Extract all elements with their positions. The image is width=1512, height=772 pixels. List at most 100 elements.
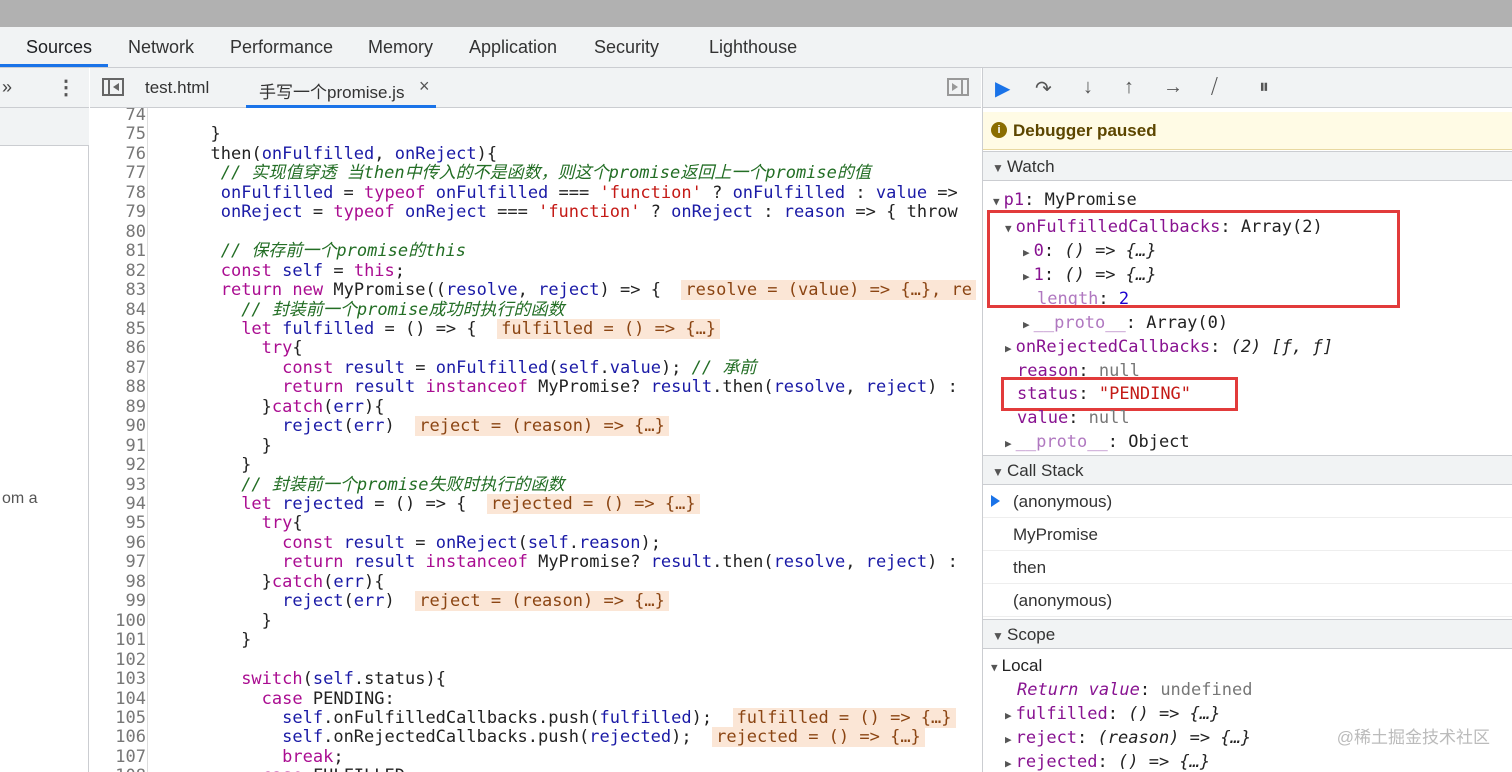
line-number[interactable]: 78 [90, 183, 146, 204]
line-number[interactable]: 103 [90, 670, 146, 690]
code-line[interactable]: 84 // 封装前一个promise成功时执行的函数 [90, 300, 981, 321]
callstack-frame[interactable]: (anonymous) [983, 486, 1512, 518]
tab-lighthouse[interactable]: Lighthouse [709, 37, 797, 58]
line-number[interactable]: 107 [90, 747, 146, 768]
line-number[interactable]: 90 [90, 417, 146, 437]
deactivate-breakpoints-icon[interactable]: ⧸ [1211, 76, 1218, 99]
line-number[interactable]: 86 [90, 339, 146, 359]
code-line[interactable]: 107 break; [90, 747, 981, 768]
callstack-frame[interactable]: (anonymous) [983, 585, 1512, 617]
watch-proto-object[interactable]: ▶ __proto__: Object [1005, 431, 1190, 455]
line-number[interactable]: 77 [90, 164, 146, 184]
line-number[interactable]: 79 [90, 203, 146, 223]
watch-section-header[interactable]: ▼ Watch [983, 151, 1512, 181]
line-number[interactable]: 87 [90, 358, 146, 379]
code-line[interactable]: 82 const self = this; [90, 261, 981, 282]
line-number[interactable]: 94 [90, 494, 146, 515]
tab-performance[interactable]: Performance [230, 37, 333, 58]
line-number[interactable]: 89 [90, 397, 146, 418]
code-line[interactable]: 75 } [90, 125, 981, 145]
line-number[interactable]: 101 [90, 631, 146, 651]
line-number[interactable]: 98 [90, 572, 146, 593]
step-out-icon[interactable]: ↑ [1124, 76, 1134, 99]
code-line[interactable]: 101 } [90, 630, 981, 651]
line-number[interactable]: 74 [90, 108, 146, 126]
code-line[interactable]: 90 reject(err) reject = (reason) => {…} [90, 416, 981, 437]
line-number[interactable]: 88 [90, 378, 146, 398]
code-line[interactable]: 91 } [90, 436, 981, 457]
code-line[interactable]: 79 onReject = typeof onReject === 'funct… [90, 203, 981, 223]
code-line[interactable]: 108 case FULFILLED: [90, 767, 981, 772]
line-number[interactable]: 75 [90, 125, 146, 145]
scope-local[interactable]: ▼ Local [991, 655, 1042, 679]
editor-tab-promise-js[interactable]: 手写一个promise.js [259, 78, 404, 103]
kebab-menu-icon[interactable]: ⋮ [56, 75, 76, 100]
watch-onrejectedcallbacks[interactable]: ▶ onRejectedCallbacks: (2) [ƒ, ƒ] [1005, 336, 1333, 360]
line-number[interactable]: 105 [90, 708, 146, 729]
code-editor[interactable]: 74 75 } 76 then(onFulfilled, onReject){77 … [90, 108, 981, 772]
watch-proto-array[interactable]: ▶ __proto__: Array(0) [1023, 312, 1228, 336]
line-number[interactable]: 81 [90, 242, 146, 262]
code-line[interactable]: 103 switch(self.status){ [90, 669, 981, 690]
line-number[interactable]: 92 [90, 456, 146, 476]
code-line[interactable]: 102 [90, 650, 981, 671]
step-into-icon[interactable]: ↓ [1083, 76, 1093, 99]
scope-reject[interactable]: ▶ reject: (reason) => {…} [1005, 727, 1251, 751]
tab-security[interactable]: Security [594, 37, 659, 58]
code-line[interactable]: 74 [90, 108, 981, 126]
tab-sources[interactable]: Sources [26, 37, 92, 58]
line-number[interactable]: 104 [90, 689, 146, 710]
line-number[interactable]: 99 [90, 592, 146, 612]
code-line[interactable]: 80 [90, 222, 981, 243]
tab-network[interactable]: Network [128, 37, 194, 58]
tab-application[interactable]: Application [469, 37, 557, 58]
line-number[interactable]: 96 [90, 533, 146, 554]
code-line[interactable]: 95 try{ [90, 514, 981, 534]
code-line[interactable]: 85 let fulfilled = () => { fulfilled = (… [90, 318, 981, 340]
more-tabs-icon[interactable]: » [2, 77, 12, 98]
code-line[interactable]: 86 try{ [90, 339, 981, 359]
close-tab-icon[interactable]: × [419, 76, 430, 97]
line-number[interactable]: 85 [90, 319, 146, 340]
line-number[interactable]: 83 [90, 281, 146, 301]
code-line[interactable]: 78 onFulfilled = typeof onFulfilled === … [90, 183, 981, 204]
code-line[interactable]: 104 case PENDING: [90, 689, 981, 710]
scope-section-header[interactable]: ▼ Scope [983, 619, 1512, 649]
code-line[interactable]: 88 return result instanceof MyPromise? r… [90, 378, 981, 398]
callstack-section-header[interactable]: ▼ Call Stack [983, 455, 1512, 485]
line-number[interactable]: 102 [90, 650, 146, 671]
code-line[interactable]: 94 let rejected = () => { rejected = () … [90, 494, 981, 515]
line-number[interactable]: 84 [90, 300, 146, 321]
code-line[interactable]: 87 const result = onFulfilled(self.value… [90, 358, 981, 379]
code-line[interactable]: 99 reject(err) reject = (reason) => {…} [90, 591, 981, 612]
callstack-frame[interactable]: MyPromise [983, 519, 1512, 551]
line-number[interactable]: 97 [90, 553, 146, 573]
toggle-navigator-icon[interactable] [102, 78, 124, 96]
code-line[interactable]: 89 }catch(err){ [90, 397, 981, 418]
line-number[interactable]: 76 [90, 144, 146, 165]
code-line[interactable]: 93 // 封装前一个promise失败时执行的函数 [90, 475, 981, 496]
code-line[interactable]: 76 then(onFulfilled, onReject){ [90, 144, 981, 165]
line-number[interactable]: 93 [90, 475, 146, 496]
line-number[interactable]: 82 [90, 261, 146, 282]
pause-on-exceptions-icon[interactable]: ⏸ [1259, 76, 1269, 99]
resume-icon[interactable]: ▶︎ [995, 76, 1010, 101]
editor-tab-test-html[interactable]: test.html [145, 78, 209, 98]
code-line[interactable]: 100 } [90, 611, 981, 632]
line-number[interactable]: 95 [90, 514, 146, 534]
code-line[interactable]: 77 // 实现值穿透 当then中传入的不是函数，则这个promise返回上一… [90, 164, 981, 184]
tab-memory[interactable]: Memory [368, 37, 433, 58]
callstack-frame[interactable]: then [983, 552, 1512, 584]
code-line[interactable]: 92 } [90, 455, 981, 476]
code-line[interactable]: 97 return result instanceof MyPromise? r… [90, 553, 981, 573]
step-icon[interactable]: → [1163, 76, 1183, 99]
line-number[interactable]: 108 [90, 767, 146, 772]
code-line[interactable]: 105 self.onFulfilledCallbacks.push(fulfi… [90, 707, 981, 729]
line-number[interactable]: 91 [90, 436, 146, 457]
code-line[interactable]: 98 }catch(err){ [90, 572, 981, 593]
code-line[interactable]: 96 const result = onReject(self.reason); [90, 533, 981, 554]
step-over-icon[interactable]: ↷ [1035, 76, 1052, 101]
code-line[interactable]: 81 // 保存前一个promise的this [90, 241, 981, 262]
code-line[interactable]: 106 self.onRejectedCallbacks.push(reject… [90, 727, 981, 748]
scope-fulfilled[interactable]: ▶ fulfilled: () => {…} [1005, 703, 1220, 727]
